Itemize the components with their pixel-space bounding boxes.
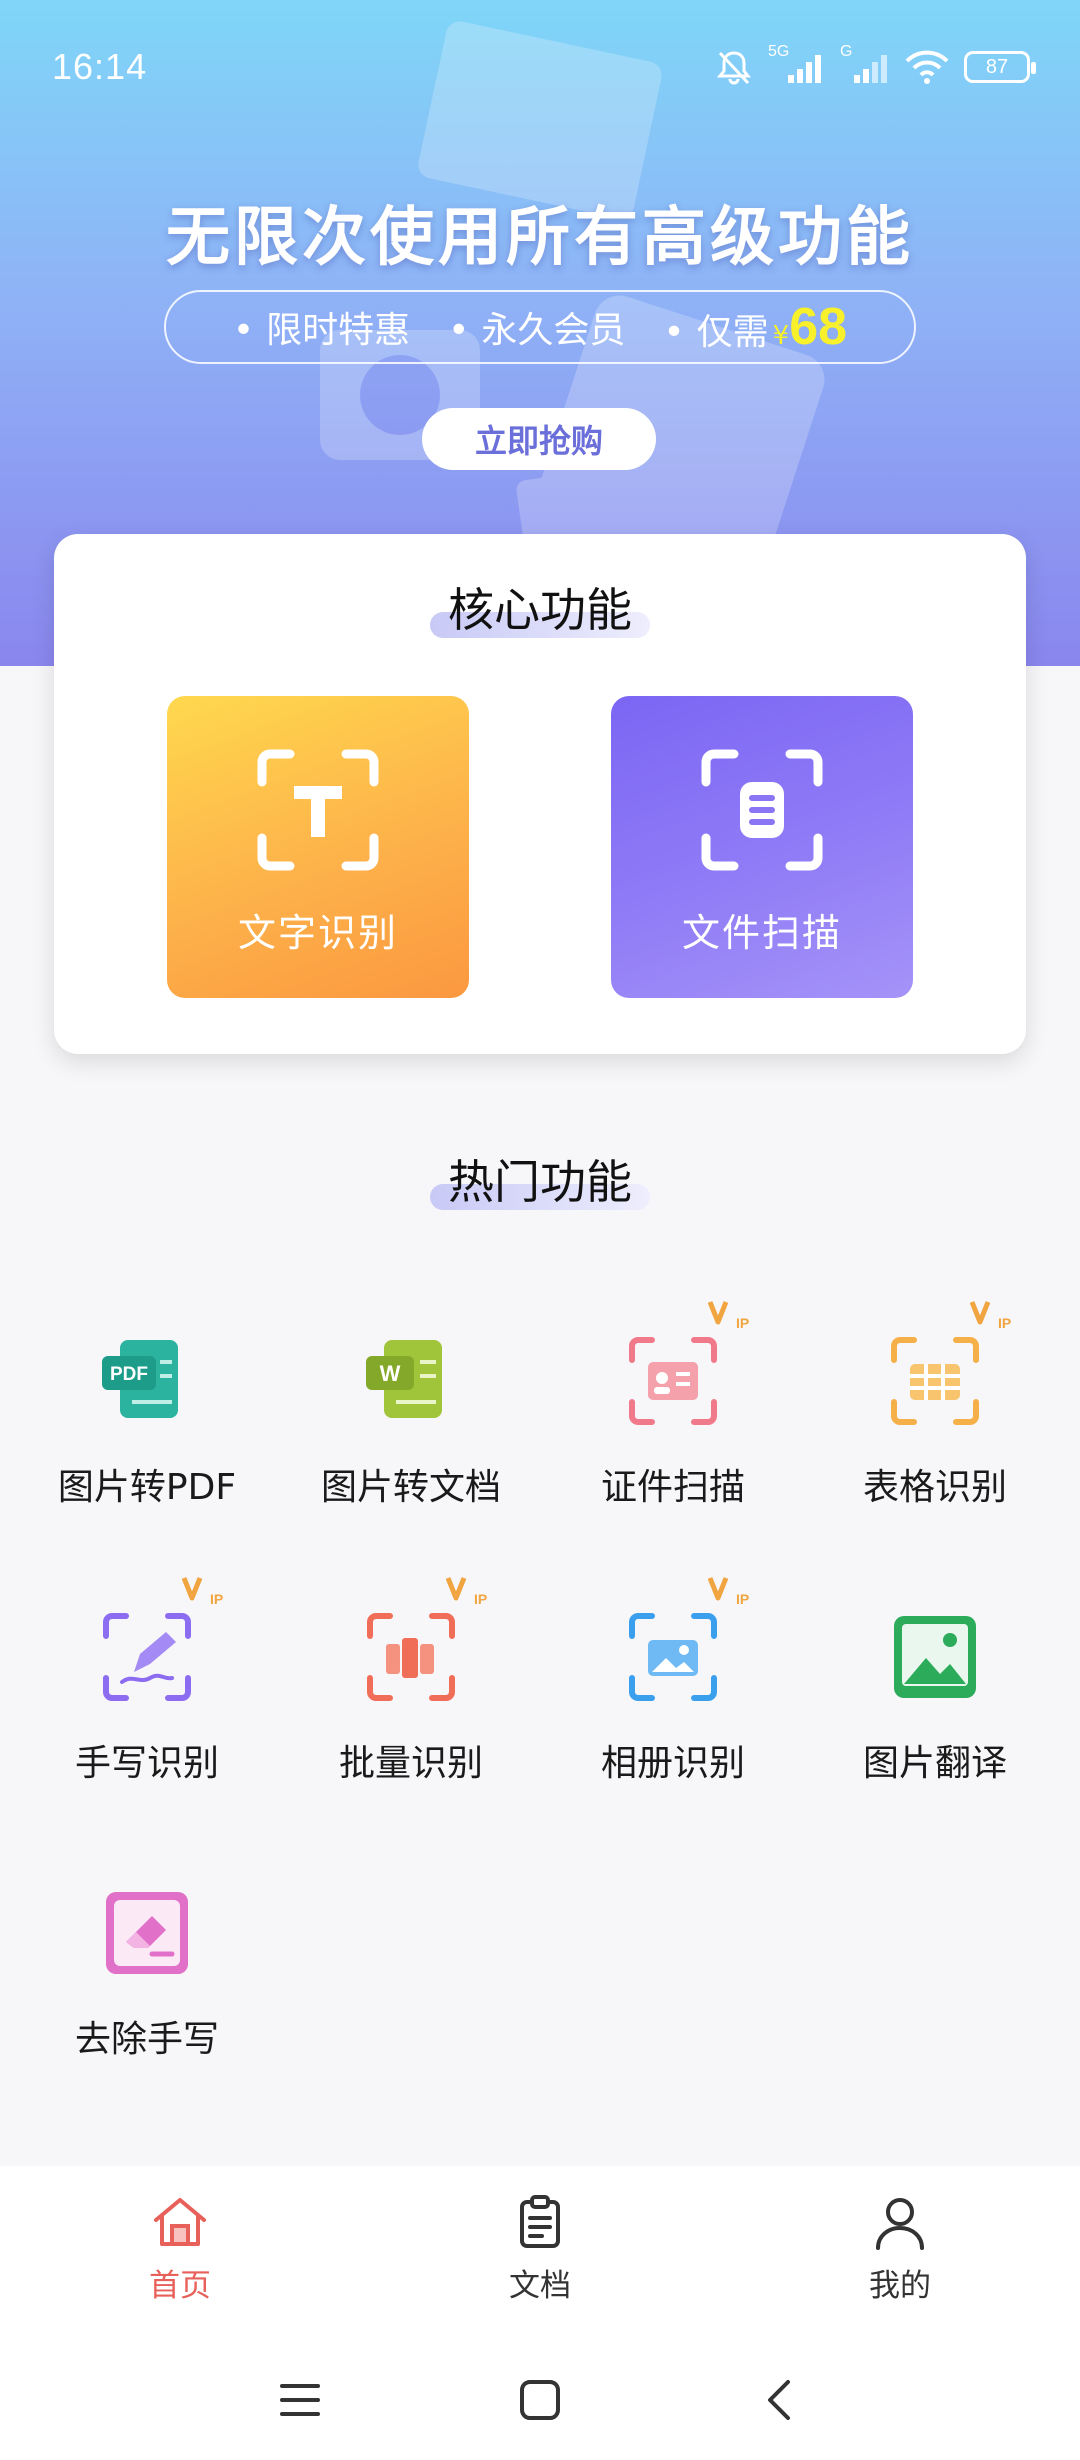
- home-icon: [154, 2198, 206, 2246]
- id-card-scan-icon: IP: [618, 1301, 749, 1436]
- document-scan-icon: [701, 749, 823, 871]
- text-recognition-icon: [257, 749, 379, 871]
- handwriting-icon: IP: [92, 1577, 223, 1712]
- menu-icon[interactable]: [260, 2360, 340, 2440]
- batch-recognition-item[interactable]: IP 批量识别: [276, 1577, 546, 1842]
- back-icon[interactable]: [740, 2360, 820, 2440]
- image-to-pdf-item[interactable]: PDF 图片转PDF: [12, 1326, 282, 1566]
- document-scan-tile[interactable]: 文件扫描: [611, 696, 913, 998]
- buy-now-button[interactable]: 立即抢购: [422, 408, 656, 470]
- remove-handwriting-item[interactable]: 去除手写: [12, 1878, 282, 2118]
- svg-text:IP: IP: [210, 1591, 223, 1607]
- core-features-card: 核心功能 文字识别 文件扫描: [54, 534, 1026, 1054]
- table-recognition-item[interactable]: IP 表格识别: [800, 1301, 1070, 1566]
- nav-home[interactable]: 首页: [80, 2192, 280, 2312]
- vip-badge-icon: IP: [708, 1577, 749, 1607]
- status-bar: 16:14 5G G 87: [0, 0, 1080, 130]
- handwriting-recognition-item[interactable]: IP 手写识别: [12, 1577, 282, 1842]
- promo-title: 无限次使用所有高级功能: [166, 201, 914, 275]
- vip-badge-icon: IP: [970, 1301, 1011, 1331]
- signal-g-icon: G: [840, 43, 890, 87]
- status-icons: 5G G 87: [714, 42, 1036, 92]
- pdf-icon: PDF: [102, 1340, 178, 1418]
- system-navigation-bar: [0, 2330, 1080, 2460]
- signal-5g-icon: 5G: [768, 43, 826, 87]
- vip-badge-icon: IP: [708, 1301, 749, 1331]
- feature-lifetime-member: 永久会员: [448, 301, 625, 353]
- batch-recognition-icon: IP: [356, 1577, 487, 1712]
- table-recognition-icon: IP: [880, 1301, 1011, 1436]
- svg-text:IP: IP: [736, 1591, 749, 1607]
- clock: 16:14: [52, 46, 148, 87]
- svg-text:IP: IP: [998, 1315, 1011, 1331]
- album-recognition-item[interactable]: IP 相册识别: [538, 1577, 808, 1842]
- vip-badge-icon: IP: [446, 1577, 487, 1607]
- svg-text:W: W: [380, 1361, 401, 1386]
- document-scan-label: 文件扫描: [681, 911, 842, 955]
- home-square-icon[interactable]: [500, 2360, 580, 2440]
- image-to-word-item[interactable]: W 图片转文档: [276, 1326, 546, 1566]
- nav-documents[interactable]: 文档: [440, 2192, 640, 2312]
- text-recognition-label: 文字识别: [237, 911, 398, 955]
- price-value: 68: [789, 298, 848, 356]
- feature-limited-offer: 限时特惠: [233, 301, 410, 353]
- image-translate-item[interactable]: 图片翻译: [800, 1602, 1070, 1842]
- id-scan-item[interactable]: IP 证件扫描: [538, 1301, 808, 1566]
- image-translate-icon: [894, 1616, 976, 1698]
- album-recognition-icon: IP: [618, 1577, 749, 1712]
- feature-price: 仅需¥68: [663, 297, 847, 357]
- vip-badge-icon: IP: [182, 1577, 223, 1607]
- core-section-title: 核心功能: [54, 574, 1026, 640]
- svg-text:PDF: PDF: [110, 1364, 148, 1385]
- bottom-navigation: 首页 文档 我的: [0, 2166, 1080, 2330]
- text-recognition-tile[interactable]: 文字识别: [167, 696, 469, 998]
- nav-profile[interactable]: 我的: [800, 2192, 1000, 2312]
- wifi-icon: [905, 50, 949, 84]
- eraser-icon: [106, 1892, 188, 1974]
- clipboard-icon: [520, 2195, 560, 2248]
- word-icon: W: [366, 1340, 442, 1418]
- hot-section-title: 热门功能: [0, 1146, 1080, 1212]
- bell-muted-icon: [716, 51, 752, 85]
- promo-features: 限时特惠 永久会员 仅需¥68: [164, 290, 916, 364]
- svg-text:IP: IP: [474, 1591, 487, 1607]
- battery-icon: 87: [964, 51, 1036, 83]
- profile-icon: [876, 2198, 924, 2250]
- svg-text:IP: IP: [736, 1315, 749, 1331]
